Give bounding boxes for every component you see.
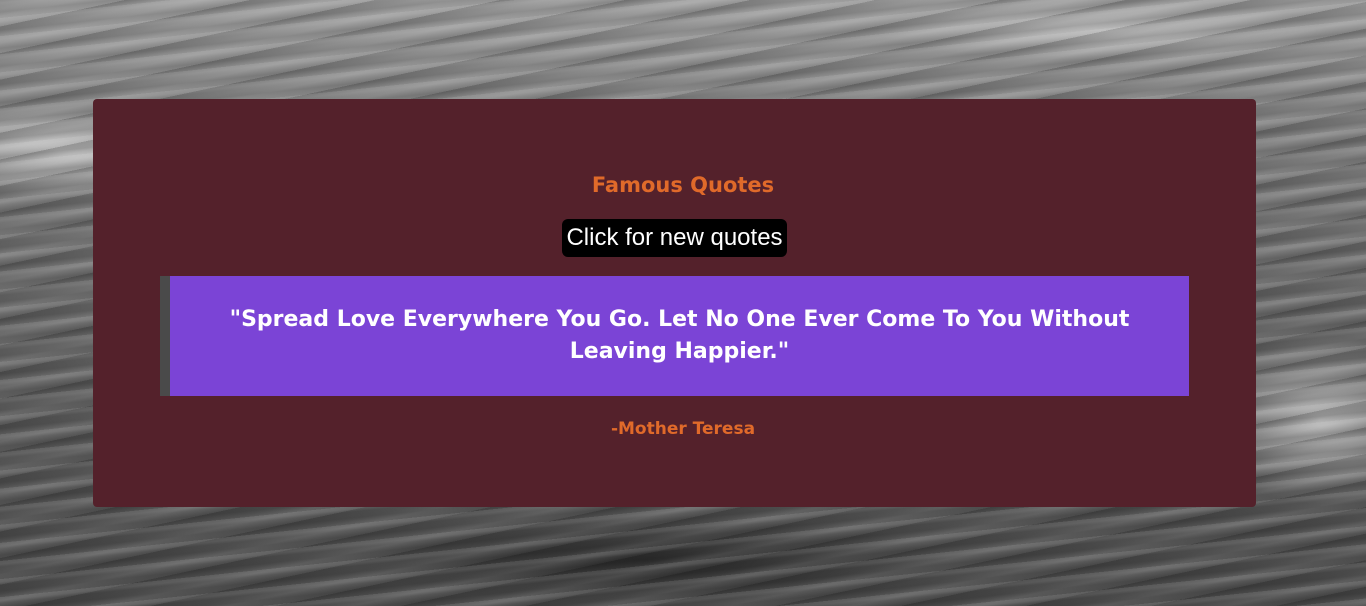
quote-author: -Mother Teresa — [610, 419, 756, 439]
new-quote-button[interactable]: Click for new quotes — [562, 219, 787, 257]
page-title: Famous Quotes — [591, 173, 775, 197]
quote-text: "Spread Love Everywhere You Go. Let No O… — [229, 307, 1130, 364]
quote-box: "Spread Love Everywhere You Go. Let No O… — [160, 276, 1189, 396]
